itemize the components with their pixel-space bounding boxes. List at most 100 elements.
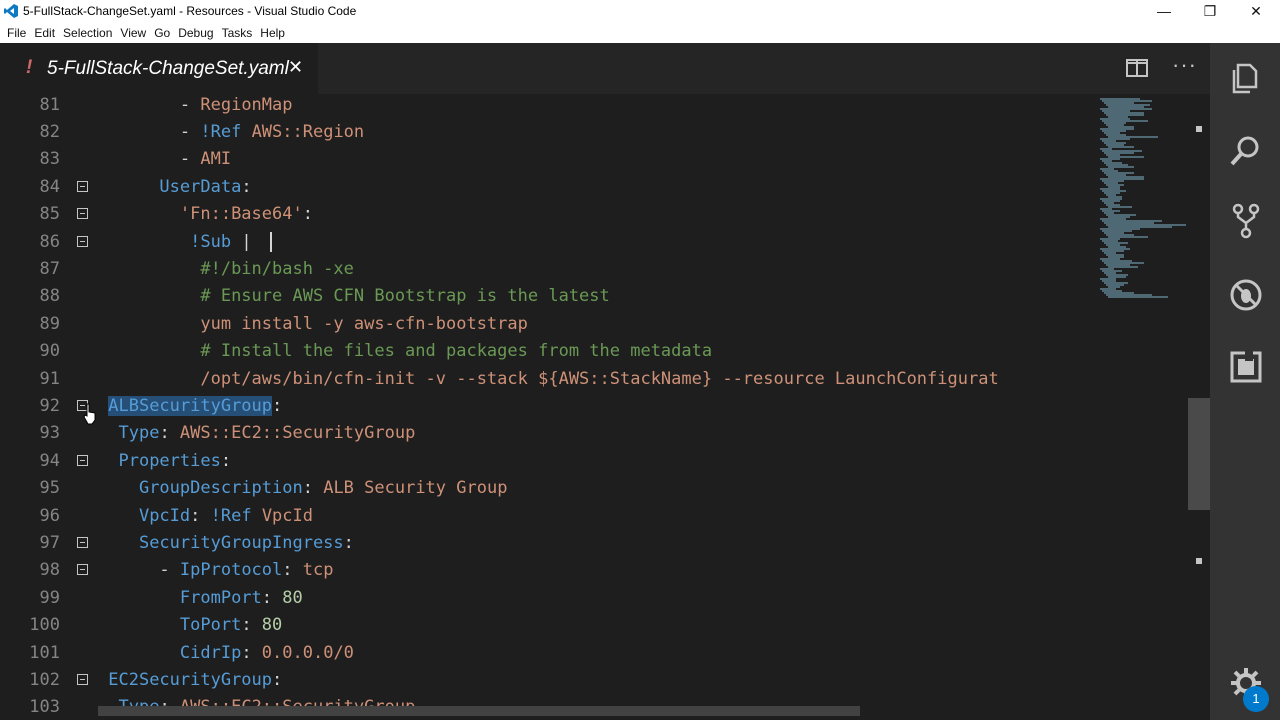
debug-icon[interactable] — [1228, 277, 1264, 313]
code-line[interactable]: 85 'Fn::Base64': — [0, 202, 1100, 229]
fold-toggle-icon[interactable] — [77, 564, 88, 576]
code-line[interactable]: 92 ALBSecurityGroup: — [0, 394, 1100, 421]
line-number: 96 — [39, 505, 60, 526]
menu-debug[interactable]: Debug — [178, 23, 213, 43]
title-bar: 5-FullStack-ChangeSet.yaml - Resources -… — [0, 0, 1280, 23]
code-line[interactable]: 87 #!/bin/bash -xe — [0, 257, 1100, 284]
fold-toggle-icon[interactable] — [77, 454, 88, 466]
mouse-pointer-icon — [83, 403, 96, 425]
line-number: 83 — [39, 149, 60, 170]
search-icon[interactable] — [1228, 133, 1264, 169]
code-line[interactable]: 90 # Install the files and packages from… — [0, 339, 1100, 366]
code-line[interactable]: 97 SecurityGroupIngress: — [0, 531, 1100, 558]
code-line[interactable]: 89 yum install -y aws-cfn-bootstrap — [0, 312, 1100, 339]
code-line[interactable]: 91 /opt/aws/bin/cfn-init -v --stack ${AW… — [0, 367, 1100, 394]
code-line[interactable]: 100 ToPort: 80 — [0, 613, 1100, 640]
code-line[interactable]: 88 # Ensure AWS CFN Bootstrap is the lat… — [0, 284, 1100, 311]
close-window-button[interactable]: ✕ — [1233, 0, 1279, 23]
code-text: - IpProtocol: tcp — [159, 560, 334, 581]
modified-marker: ! — [26, 57, 33, 78]
code-line[interactable]: 99 FromPort: 80 — [0, 586, 1100, 613]
line-number: 99 — [39, 587, 60, 608]
tab-close-button[interactable]: ✕ — [288, 57, 303, 78]
line-number: 82 — [39, 121, 60, 142]
vscode-logo-icon — [4, 4, 18, 18]
code-text: - !Ref AWS::Region — [179, 121, 365, 142]
code-text: # Ensure AWS CFN Bootstrap is the latest — [200, 286, 610, 307]
code-line[interactable]: 101 CidrIp: 0.0.0.0/0 — [0, 641, 1100, 668]
line-number: 103 — [29, 697, 60, 718]
minimap[interactable] — [1098, 94, 1190, 304]
vertical-scrollbar[interactable] — [1188, 94, 1210, 720]
menu-file[interactable]: File — [7, 23, 26, 43]
code-text: GroupDescription: ALB Security Group — [138, 478, 508, 499]
line-number: 98 — [39, 560, 60, 581]
more-actions-button[interactable]: ··· — [1172, 52, 1197, 78]
code-line[interactable]: 93 Type: AWS::EC2::SecurityGroup — [0, 421, 1100, 448]
source-control-icon[interactable] — [1228, 203, 1264, 239]
restore-button[interactable]: ❐ — [1187, 0, 1233, 23]
line-number: 89 — [39, 313, 60, 334]
window-title: 5-FullStack-ChangeSet.yaml - Resources -… — [23, 4, 357, 18]
scrollbar-marker — [1196, 126, 1202, 132]
explorer-icon[interactable] — [1228, 61, 1264, 97]
code-text: /opt/aws/bin/cfn-init -v --stack ${AWS::… — [200, 368, 999, 389]
extensions-icon[interactable] — [1228, 349, 1264, 385]
line-number: 90 — [39, 341, 60, 362]
code-text: Type: AWS::EC2::SecurityGroup — [118, 423, 416, 444]
settings-update-badge: 1 — [1243, 686, 1269, 712]
code-line[interactable]: 83 - AMI — [0, 147, 1100, 174]
line-number: 93 — [39, 423, 60, 444]
menu-go[interactable]: Go — [154, 23, 170, 43]
code-line[interactable]: 98 - IpProtocol: tcp — [0, 558, 1100, 585]
code-text: #!/bin/bash -xe — [200, 258, 354, 279]
code-line[interactable]: 81 - RegionMap — [0, 94, 1100, 120]
fold-toggle-icon[interactable] — [77, 673, 88, 685]
menu-edit[interactable]: Edit — [34, 23, 55, 43]
split-editor-icon[interactable] — [1126, 57, 1148, 79]
code-line[interactable]: 84 UserData: — [0, 175, 1100, 202]
code-line[interactable]: 96 VpcId: !Ref VpcId — [0, 504, 1100, 531]
code-text: - RegionMap — [179, 94, 293, 115]
horizontal-scrollbar[interactable] — [98, 706, 860, 716]
code-text: 'Fn::Base64': — [179, 204, 313, 225]
code-text: SecurityGroupIngress: — [138, 532, 354, 553]
line-number: 97 — [39, 532, 60, 553]
line-number: 85 — [39, 204, 60, 225]
menu-help[interactable]: Help — [260, 23, 285, 43]
line-number: 84 — [39, 176, 60, 197]
line-number: 91 — [39, 368, 60, 389]
code-text: VpcId: !Ref VpcId — [138, 505, 313, 526]
line-number: 101 — [29, 642, 60, 663]
tab-strip: ! 5-FullStack-ChangeSet.yaml ✕ ··· — [0, 43, 1210, 94]
fold-toggle-icon[interactable] — [77, 180, 88, 192]
code-text: # Install the files and packages from th… — [200, 341, 713, 362]
scrollbar-marker — [1196, 558, 1202, 564]
code-text: Properties: — [118, 450, 232, 471]
scrollbar-thumb[interactable] — [1188, 398, 1210, 510]
fold-toggle-icon[interactable] — [77, 536, 88, 548]
code-text: yum install -y aws-cfn-bootstrap — [200, 313, 528, 334]
code-line[interactable]: 95 GroupDescription: ALB Security Group — [0, 476, 1100, 503]
line-number: 92 — [39, 395, 60, 416]
menu-selection[interactable]: Selection — [63, 23, 112, 43]
fold-toggle-icon[interactable] — [77, 235, 88, 247]
code-text: !Sub | — [190, 231, 252, 252]
code-line[interactable]: 94 Properties: — [0, 449, 1100, 476]
code-line[interactable]: 86 !Sub | — [0, 230, 1100, 257]
tab-label: 5-FullStack-ChangeSet.yaml — [47, 58, 289, 79]
minimize-button[interactable]: — — [1141, 0, 1187, 23]
code-line[interactable]: 102 EC2SecurityGroup: — [0, 668, 1100, 695]
code-editor[interactable]: 81 - RegionMap 82 - !Ref AWS::Region 83 - … — [0, 94, 1210, 720]
code-line[interactable]: 82 - !Ref AWS::Region — [0, 120, 1100, 147]
fold-toggle-icon[interactable] — [77, 208, 88, 220]
menu-tasks[interactable]: Tasks — [222, 23, 253, 43]
editor-tab[interactable]: ! 5-FullStack-ChangeSet.yaml ✕ — [0, 43, 318, 94]
line-number: 87 — [39, 258, 60, 279]
menu-view[interactable]: View — [120, 23, 146, 43]
line-number: 100 — [29, 615, 60, 636]
line-number: 102 — [29, 669, 60, 690]
code-text: ToPort: 80 — [179, 615, 283, 636]
line-number: 86 — [39, 231, 60, 252]
code-text: CidrIp: 0.0.0.0/0 — [179, 642, 354, 663]
